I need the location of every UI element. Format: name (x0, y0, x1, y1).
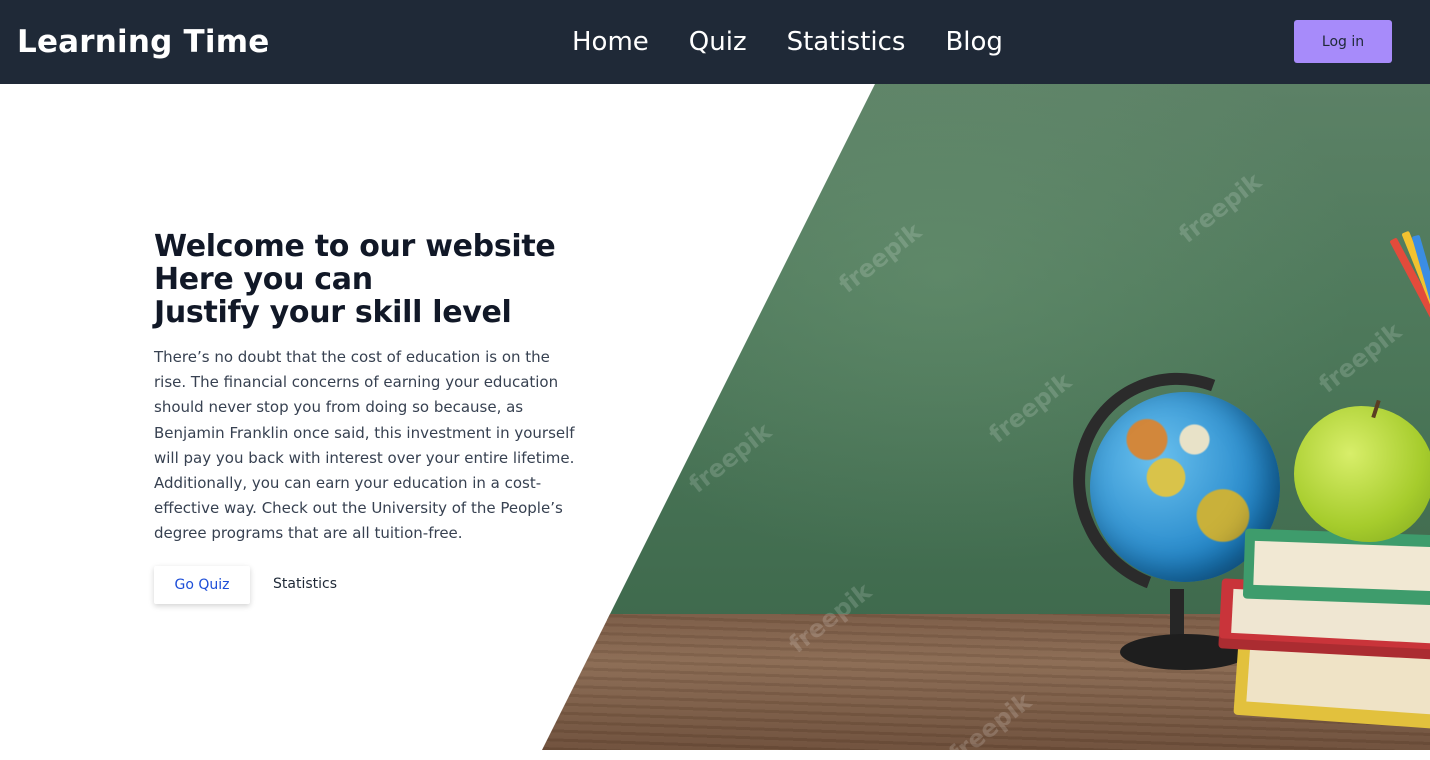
hero-title-line: Justify your skill level (154, 295, 512, 330)
login-button[interactable]: Log in (1294, 20, 1392, 63)
hero-title: Welcome to our website Here you can Just… (154, 230, 574, 329)
book-green (1242, 528, 1430, 606)
main-nav: Home Quiz Statistics Blog (572, 22, 1003, 62)
globe-neck (1170, 589, 1184, 639)
hero-image: freepik freepik freepik freepik freepik … (542, 84, 1430, 750)
go-quiz-button[interactable]: Go Quiz (154, 566, 250, 604)
nav-quiz[interactable]: Quiz (689, 22, 747, 62)
hero-title-line: Welcome to our website (154, 229, 556, 264)
statistics-link[interactable]: Statistics (273, 576, 337, 592)
nav-home[interactable]: Home (572, 22, 649, 62)
brand-logo[interactable]: Learning Time (17, 22, 269, 62)
hero-title-line: Here you can (154, 262, 373, 297)
nav-blog[interactable]: Blog (945, 22, 1002, 62)
nav-statistics[interactable]: Statistics (787, 22, 906, 62)
hero-description: There’s no doubt that the cost of educat… (154, 348, 575, 543)
top-navbar: Learning Time Home Quiz Statistics Blog … (0, 0, 1430, 84)
